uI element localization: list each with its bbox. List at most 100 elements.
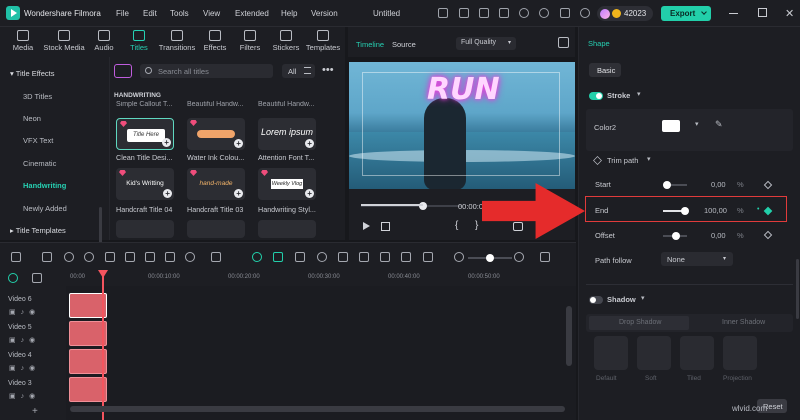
audio-mixer-icon[interactable] xyxy=(338,252,348,262)
library-icon[interactable] xyxy=(114,64,132,78)
title-card[interactable]: Kid's Writting + xyxy=(116,168,174,200)
tab-transitions[interactable]: Transitions xyxy=(156,27,198,57)
bell-icon[interactable] xyxy=(580,8,590,18)
title-card[interactable]: Weekly Vlog + xyxy=(258,168,316,200)
offset-slider[interactable] xyxy=(663,232,687,240)
add-icon[interactable]: + xyxy=(234,189,243,198)
delete-icon[interactable] xyxy=(105,252,115,262)
slider-knob[interactable] xyxy=(672,232,680,240)
track-controls-icon[interactable]: ▣♪◉ xyxy=(9,364,40,372)
mic-icon[interactable] xyxy=(317,252,327,262)
timeline-playhead[interactable] xyxy=(102,270,104,420)
color-icon[interactable] xyxy=(401,252,411,262)
chevron-down-icon[interactable]: ▾ xyxy=(647,155,651,163)
tab-inner-shadow[interactable]: Inner Shadow xyxy=(722,319,765,326)
save-icon[interactable] xyxy=(499,8,509,18)
more-tools-icon[interactable] xyxy=(211,252,221,262)
title-card[interactable]: + xyxy=(187,118,245,150)
pip-icon[interactable] xyxy=(380,252,390,262)
tab-timeline[interactable]: Timeline xyxy=(356,40,384,49)
mark-out-icon[interactable]: } xyxy=(475,220,478,231)
tab-drop-shadow[interactable]: Drop Shadow xyxy=(589,316,689,330)
tab-source[interactable]: Source xyxy=(392,40,416,49)
snapshot-icon[interactable] xyxy=(558,37,569,48)
category-vfx-text[interactable]: VFX Text xyxy=(0,130,108,152)
title-card[interactable] xyxy=(258,220,316,238)
link-icon[interactable] xyxy=(32,273,42,283)
tab-audio[interactable]: Audio xyxy=(89,27,119,57)
close-icon[interactable]: ✕ xyxy=(785,7,794,20)
menu-file[interactable]: File xyxy=(116,9,129,18)
menu-view[interactable]: View xyxy=(203,9,220,18)
ai-icon[interactable] xyxy=(359,252,369,262)
mark-in-icon[interactable]: { xyxy=(455,220,458,231)
layout-icon[interactable] xyxy=(11,252,21,262)
camera-icon[interactable] xyxy=(513,222,523,231)
zoom-slider[interactable] xyxy=(468,254,512,262)
auto-highlight-icon[interactable] xyxy=(252,252,262,262)
layout-icon[interactable] xyxy=(459,8,469,18)
tab-effects[interactable]: Effects xyxy=(200,27,230,57)
title-card[interactable]: hand-made + xyxy=(187,168,245,200)
category-title-templates[interactable]: ▸ Title Templates xyxy=(0,220,108,242)
title-card[interactable] xyxy=(187,220,245,238)
shadow-style-projection[interactable] xyxy=(723,336,757,370)
chevron-down-icon[interactable]: ▾ xyxy=(641,294,645,302)
undo-icon[interactable] xyxy=(64,252,74,262)
menu-help[interactable]: Help xyxy=(281,9,297,18)
tab-filters[interactable]: Filters xyxy=(235,27,265,57)
tab-templates[interactable]: Templates xyxy=(303,27,343,57)
chevron-down-icon[interactable]: ▾ xyxy=(695,120,699,128)
headset-icon[interactable] xyxy=(539,8,549,18)
shadow-style-default[interactable] xyxy=(594,336,628,370)
text-icon[interactable] xyxy=(145,252,155,262)
grid-icon[interactable] xyxy=(560,8,570,18)
add-track-icon[interactable] xyxy=(8,273,18,283)
tab-stickers[interactable]: Stickers xyxy=(269,27,303,57)
shadow-style-tiled[interactable] xyxy=(680,336,714,370)
filter-dropdown[interactable]: All xyxy=(282,64,315,78)
gift-icon[interactable] xyxy=(438,8,448,18)
category-3d-titles[interactable]: 3D Titles xyxy=(0,86,108,108)
timeline-vscrollbar[interactable] xyxy=(566,306,572,366)
tab-titles[interactable]: Titles xyxy=(124,27,154,57)
category-cinematic[interactable]: Cinematic xyxy=(0,153,108,175)
add-icon[interactable]: + xyxy=(162,138,171,147)
quality-dropdown[interactable]: Full Quality ▾ xyxy=(456,37,516,50)
minimize-icon[interactable] xyxy=(729,13,738,15)
add-icon[interactable]: + xyxy=(234,139,243,148)
crop-icon[interactable] xyxy=(165,252,175,262)
more-icon[interactable]: ••• xyxy=(322,64,334,76)
tab-stock-media[interactable]: Stock Media xyxy=(40,27,88,57)
start-value[interactable]: 0,00 xyxy=(711,180,726,189)
tab-media[interactable]: Media xyxy=(6,27,40,57)
export-button[interactable]: Export xyxy=(661,6,711,21)
add-track-icon[interactable]: + xyxy=(32,406,38,417)
add-icon[interactable]: + xyxy=(163,189,172,198)
marker-icon[interactable] xyxy=(295,252,305,262)
menu-extended[interactable]: Extended xyxy=(235,9,269,18)
render-icon[interactable] xyxy=(423,252,433,262)
timeline-ruler[interactable]: 00:00 00:00:10:00 00:00:20:00 00:00:30:0… xyxy=(0,270,576,286)
shadow-style-soft[interactable] xyxy=(637,336,671,370)
grid-view-icon[interactable] xyxy=(540,252,550,262)
neon-title-text[interactable]: RUN xyxy=(427,72,500,107)
path-follow-dropdown[interactable]: None ▾ xyxy=(661,252,733,266)
track-controls-icon[interactable]: ▣♪◉ xyxy=(9,392,40,400)
credits-badge[interactable]: 42023 xyxy=(597,6,653,21)
menu-tools[interactable]: Tools xyxy=(170,9,189,18)
bulb-icon[interactable] xyxy=(479,8,489,18)
video-preview[interactable]: RUN xyxy=(349,62,575,189)
add-icon[interactable]: + xyxy=(305,189,314,198)
play-icon[interactable] xyxy=(363,222,370,230)
timeline-hscrollbar[interactable] xyxy=(70,406,565,412)
menu-version[interactable]: Version xyxy=(311,9,338,18)
speed-icon[interactable] xyxy=(185,252,195,262)
snap-icon[interactable] xyxy=(273,252,283,262)
select-icon[interactable] xyxy=(42,252,52,262)
category-neon[interactable]: Neon xyxy=(0,108,108,130)
redo-icon[interactable] xyxy=(84,252,94,262)
chevron-down-icon[interactable]: ▾ xyxy=(637,90,641,98)
offset-value[interactable]: 0,00 xyxy=(711,231,726,240)
start-slider[interactable] xyxy=(663,181,687,189)
